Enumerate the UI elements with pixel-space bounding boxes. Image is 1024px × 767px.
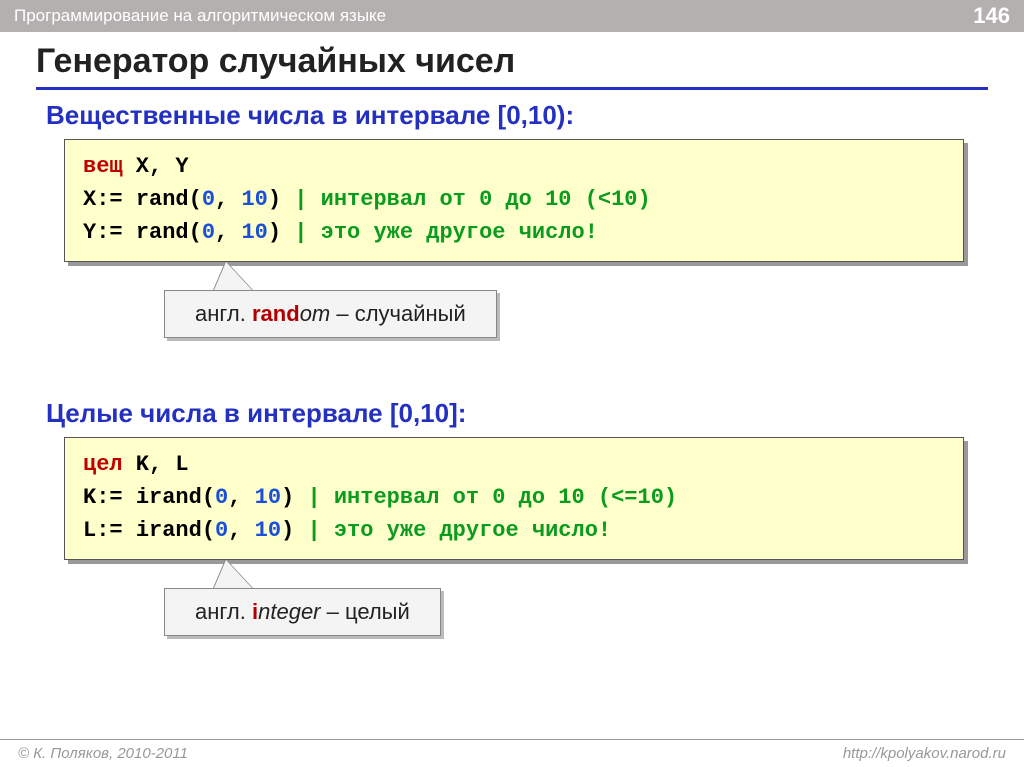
fn: irand <box>136 485 202 510</box>
keyword: вещ <box>83 154 123 179</box>
paren: ) <box>268 187 281 212</box>
lhs: X:= <box>83 187 136 212</box>
paren: ) <box>268 220 281 245</box>
code-line: X:= rand(0, 10) | интервал от 0 до 10 (<… <box>83 183 945 216</box>
num: 0 <box>215 485 228 510</box>
code-block-1: вещ X, Y X:= rand(0, 10) | интервал от 0… <box>64 139 964 262</box>
slide-footer: © К. Поляков, 2010-2011 http://kpolyakov… <box>0 739 1024 767</box>
code-block-1-wrap: вещ X, Y X:= rand(0, 10) | интервал от 0… <box>64 139 988 262</box>
callout-2: англ. integer – целый <box>164 560 441 636</box>
course-title: Программирование на алгоритмическом язык… <box>14 6 386 26</box>
num: 0 <box>202 187 215 212</box>
num: 10 <box>255 485 281 510</box>
comment: | интервал от 0 до 10 (<=10) <box>294 485 677 510</box>
callout-highlight: rand <box>252 301 300 326</box>
footer-copyright: © К. Поляков, 2010-2011 <box>18 745 188 762</box>
paren: ( <box>202 485 215 510</box>
paren: ( <box>189 187 202 212</box>
callout-text: англ. <box>195 599 252 624</box>
code-line: L:= irand(0, 10) | это уже другое число! <box>83 514 945 547</box>
callout-tail-icon <box>214 262 252 290</box>
paren: ) <box>281 518 294 543</box>
page-number: 146 <box>973 3 1010 29</box>
vars: X, Y <box>123 154 189 179</box>
paren: ( <box>202 518 215 543</box>
lhs: Y:= <box>83 220 136 245</box>
fn: rand <box>136 187 189 212</box>
slide-header: Программирование на алгоритмическом язык… <box>0 0 1024 32</box>
comma: , <box>228 518 254 543</box>
comment: | интервал от 0 до 10 (<10) <box>281 187 651 212</box>
callout-box: англ. random – случайный <box>164 290 497 338</box>
callout-tail-icon <box>214 560 252 588</box>
num: 0 <box>202 220 215 245</box>
code-line: Y:= rand(0, 10) | это уже другое число! <box>83 216 945 249</box>
num: 0 <box>215 518 228 543</box>
code-line: цел K, L <box>83 448 945 481</box>
callout-box: англ. integer – целый <box>164 588 441 636</box>
code-line: K:= irand(0, 10) | интервал от 0 до 10 (… <box>83 481 945 514</box>
callout-text: om <box>300 301 331 326</box>
paren: ) <box>281 485 294 510</box>
num: 10 <box>241 187 267 212</box>
comma: , <box>215 220 241 245</box>
lhs: K:= <box>83 485 136 510</box>
fn: rand <box>136 220 189 245</box>
callout-text: – целый <box>321 599 410 624</box>
page-title: Генератор случайных чисел <box>36 42 988 90</box>
code-line: вещ X, Y <box>83 150 945 183</box>
comma: , <box>215 187 241 212</box>
section1-heading: Вещественные числа в интервале [0,10): <box>46 100 988 131</box>
comment: | это уже другое число! <box>294 518 611 543</box>
section2-heading: Целые числа в интервале [0,10]: <box>46 398 988 429</box>
comma: , <box>228 485 254 510</box>
callout-text: англ. <box>195 301 252 326</box>
spacer <box>36 332 988 392</box>
num: 10 <box>241 220 267 245</box>
footer-url: http://kpolyakov.narod.ru <box>843 745 1006 762</box>
slide-content: Генератор случайных чисел Вещественные ч… <box>0 32 1024 560</box>
callout-1: англ. random – случайный <box>164 262 497 338</box>
lhs: L:= <box>83 518 136 543</box>
num: 10 <box>255 518 281 543</box>
comment: | это уже другое число! <box>281 220 598 245</box>
paren: ( <box>189 220 202 245</box>
code-block-2-wrap: цел K, L K:= irand(0, 10) | интервал от … <box>64 437 988 560</box>
vars: K, L <box>123 452 189 477</box>
keyword: цел <box>83 452 123 477</box>
fn: irand <box>136 518 202 543</box>
code-block-2: цел K, L K:= irand(0, 10) | интервал от … <box>64 437 964 560</box>
callout-text: nteger <box>258 599 320 624</box>
callout-text: – случайный <box>330 301 466 326</box>
